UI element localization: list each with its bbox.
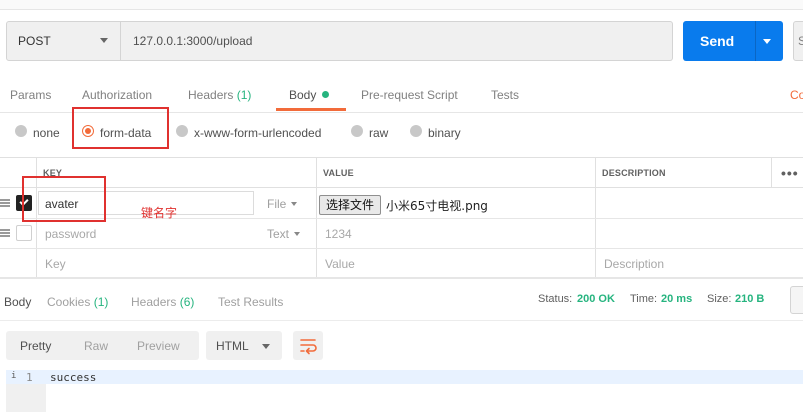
save-response-button[interactable]	[790, 286, 803, 314]
tab-pre-request-script[interactable]: Pre-request Script	[361, 88, 458, 102]
tab-headers-count: (1)	[236, 88, 252, 102]
chevron-down-icon	[294, 232, 300, 236]
more-options-icon[interactable]: •••	[781, 165, 799, 181]
column-value: VALUE	[323, 168, 354, 178]
active-tab-indicator	[276, 108, 346, 111]
chevron-down-icon	[100, 38, 108, 43]
grid-line	[771, 157, 772, 188]
wrap-lines-button[interactable]	[293, 331, 323, 360]
key-placeholder[interactable]: password	[45, 227, 96, 241]
response-tab-headers[interactable]: Headers (6)	[131, 295, 194, 309]
new-key-input[interactable]: Key	[45, 257, 66, 271]
radio-none-label: none	[33, 126, 60, 140]
tab-headers[interactable]: Headers (1)	[188, 88, 251, 102]
size-label: Size:	[707, 293, 732, 305]
new-value-input[interactable]: Value	[325, 257, 355, 271]
tab-tests[interactable]: Tests	[491, 88, 519, 102]
grid-line	[0, 218, 803, 219]
drag-handle-bar	[0, 202, 10, 204]
info-icon: i	[11, 371, 17, 381]
annotation-box-form-data	[72, 107, 169, 149]
radio-raw-label: raw	[369, 126, 389, 140]
response-tab-headers-label: Headers	[131, 295, 177, 309]
type-select[interactable]: Text	[267, 227, 289, 241]
response-tab-cookies-label: Cookies	[47, 295, 91, 309]
grid-line	[0, 248, 803, 249]
top-strip	[0, 0, 803, 10]
params-table-header	[0, 157, 803, 188]
chevron-down-icon	[291, 202, 297, 206]
chevron-down-icon	[763, 39, 771, 44]
choose-file-button[interactable]: 选择文件	[319, 195, 381, 215]
url-value: 127.0.0.1:3000/upload	[133, 34, 253, 48]
view-preview-button[interactable]: Preview	[137, 339, 180, 353]
tab-authorization[interactable]: Authorization	[82, 88, 152, 102]
time-label: Time:	[630, 293, 658, 305]
view-pretty-button[interactable]: Pretty	[20, 339, 51, 353]
radio-binary-label: binary	[428, 126, 461, 140]
line-number: 1	[26, 371, 33, 384]
annotation-box-key	[22, 176, 106, 222]
drag-handle-bar	[0, 232, 10, 234]
value-placeholder[interactable]: 1234	[325, 227, 352, 241]
radio-raw[interactable]	[351, 125, 363, 137]
response-tab-body[interactable]: Body	[4, 295, 31, 309]
tab-headers-label: Headers	[188, 88, 234, 102]
chevron-down-icon	[262, 344, 270, 349]
size-value: 210 B	[735, 293, 765, 305]
response-tab-test-results[interactable]: Test Results	[218, 295, 283, 309]
active-line-highlight	[6, 370, 803, 384]
new-description-input[interactable]: Description	[604, 257, 664, 271]
response-body-text: success	[50, 371, 97, 384]
format-label: HTML	[216, 339, 249, 353]
radio-urlencoded-label: x-www-form-urlencoded	[194, 126, 322, 140]
annotation-label: 键名字	[141, 206, 178, 220]
tab-body[interactable]: Body	[289, 88, 316, 102]
method-label: POST	[18, 34, 51, 48]
status-label: Status:	[538, 293, 573, 305]
cookies-link[interactable]: Co	[790, 88, 803, 102]
response-tab-cookies-count: (1)	[93, 295, 109, 309]
send-button[interactable]: Send	[683, 21, 755, 61]
column-description: DESCRIPTION	[602, 168, 666, 178]
wrap-icon	[300, 339, 317, 355]
save-button-label: S	[798, 34, 803, 48]
type-select[interactable]: File	[267, 197, 286, 211]
tab-params[interactable]: Params	[10, 88, 51, 102]
response-tab-cookies[interactable]: Cookies (1)	[47, 295, 108, 309]
view-raw-button[interactable]: Raw	[84, 339, 108, 353]
divider	[0, 320, 803, 321]
radio-binary[interactable]	[410, 125, 422, 137]
time-value: 20 ms	[661, 293, 693, 305]
radio-urlencoded[interactable]	[176, 125, 188, 137]
body-active-dot	[322, 91, 329, 98]
status-value: 200 OK	[577, 293, 615, 305]
response-tab-headers-count: (6)	[179, 295, 195, 309]
file-name: 小米65寸电视.png	[386, 199, 488, 213]
radio-none[interactable]	[15, 125, 27, 137]
row-enabled-checkbox[interactable]	[16, 225, 32, 241]
